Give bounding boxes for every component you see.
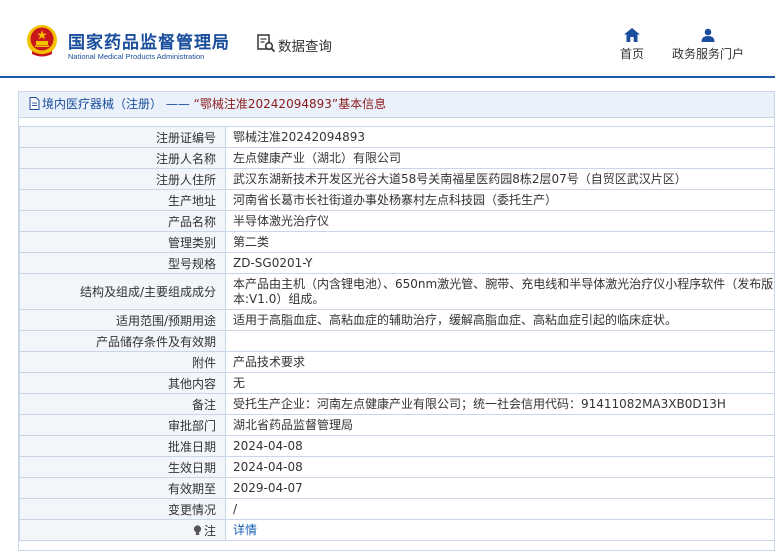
row-value: 半导体激光治疗仪 — [225, 210, 774, 232]
row-label: 审批部门 — [19, 414, 226, 436]
table-row: 备注 受托生产企业：河南左点健康产业有限公司；统一社会信用代码：91411082M… — [19, 393, 774, 415]
row-label: 注册人名称 — [19, 147, 226, 169]
row-label: 产品储存条件及有效期 — [19, 330, 226, 352]
row-value: 2024-04-08 — [225, 435, 774, 457]
details-link[interactable]: 详情 — [233, 523, 257, 537]
row-value: 河南省长葛市长社街道办事处杨寨村左点科技园（委托生产） — [225, 189, 774, 211]
row-label: 其他内容 — [19, 372, 226, 394]
nav-service-portal-label: 政务服务门户 — [671, 47, 744, 61]
row-label: 产品名称 — [19, 210, 226, 232]
national-emblem-icon — [27, 25, 57, 57]
table-row: 注册证编号 鄂械注准20242094893 — [19, 126, 774, 148]
site-logo-subtitle: National Medical Products Administration — [68, 52, 205, 61]
breadcrumb-category[interactable]: 境内医疗器械（注册） — [42, 97, 162, 111]
table-row: 注册人名称 左点健康产业（湖北）有限公司 — [19, 147, 774, 169]
row-value: 受托生产企业：河南左点健康产业有限公司；统一社会信用代码：91411082MA3… — [225, 393, 774, 415]
nav-home-label: 首页 — [619, 47, 644, 61]
table-row: 管理类别 第二类 — [19, 231, 774, 253]
row-value: 武汉东湖新技术开发区光谷大道58号关南福星医药园8栋2层07号（自贸区武汉片区） — [225, 168, 774, 190]
table-row: 生产地址 河南省长葛市长社街道办事处杨寨村左点科技园（委托生产） — [19, 189, 774, 211]
row-label: 批准日期 — [19, 435, 226, 457]
table-row: 适用范围/预期用途 适用于高脂血症、高粘血症的辅助治疗，缓解高脂血症、高粘血症引起… — [19, 309, 774, 331]
table-row: 注 详情 — [19, 519, 774, 541]
record-panel: 境内医疗器械（注册） —— “鄂械注准20242094893”基本信息 注册证编… — [18, 91, 775, 551]
row-label: 备注 — [19, 393, 226, 415]
row-value: ZD-SG0201-Y — [225, 252, 774, 274]
row-label: 附件 — [19, 351, 226, 373]
table-row: 生效日期 2024-04-08 — [19, 456, 774, 478]
table-row: 其他内容无 — [19, 372, 774, 394]
row-value: / — [225, 498, 774, 520]
row-label: 管理类别 — [19, 231, 226, 253]
row-label: 型号规格 — [19, 252, 226, 274]
site-header: 国家药品监督管理局 National Medical Products Admi… — [0, 0, 775, 78]
breadcrumb-record: “鄂械注准20242094893”基本信息 — [193, 97, 387, 111]
home-icon — [624, 28, 640, 42]
row-value: 左点健康产业（湖北）有限公司 — [225, 147, 774, 169]
row-value: 无 — [225, 372, 774, 394]
table-row: 产品储存条件及有效期 — [19, 330, 774, 352]
nav-service-portal[interactable]: 政务服务门户 — [666, 28, 750, 62]
row-value: 本产品由主机（内含锂电池）、650nm激光管、腕带、充电线和半导体激光治疗仪小程… — [225, 273, 774, 310]
row-label: 适用范围/预期用途 — [19, 309, 226, 331]
table-row: 注册人住所 武汉东湖新技术开发区光谷大道58号关南福星医药园8栋2层07号（自贸区… — [19, 168, 774, 190]
lightbulb-icon — [193, 524, 202, 535]
table-row: 变更情况 / — [19, 498, 774, 520]
table-row: 审批部门 湖北省药品监督管理局 — [19, 414, 774, 436]
row-label: 变更情况 — [19, 498, 226, 520]
page-section-title: 数据查询 — [278, 39, 332, 55]
record-table: 注册证编号 鄂械注准20242094893 注册人名称 左点健康产业（湖北）有限公司… — [19, 126, 774, 541]
row-label: 有效期至 — [19, 477, 226, 499]
table-row: 产品名称 半导体激光治疗仪 — [19, 210, 774, 232]
row-label: 生产地址 — [19, 189, 226, 211]
row-label: 生效日期 — [19, 456, 226, 478]
row-value: 适用于高脂血症、高粘血症的辅助治疗，缓解高脂血症、高粘血症引起的临床症状。 — [225, 309, 774, 331]
row-value: 产品技术要求 — [225, 351, 774, 373]
row-label: 注 — [19, 519, 226, 541]
row-value: 2029-04-07 — [225, 477, 774, 499]
user-icon — [701, 28, 715, 42]
row-value: 2024-04-08 — [225, 456, 774, 478]
row-value: 湖北省药品监督管理局 — [225, 414, 774, 436]
table-row: 有效期至 2029-04-07 — [19, 477, 774, 499]
search-document-icon — [257, 34, 276, 53]
note-label: 注 — [203, 523, 216, 538]
row-label: 注册人住所 — [19, 168, 226, 190]
row-value: 详情 — [225, 519, 774, 541]
row-label: 注册证编号 — [19, 126, 226, 148]
row-value — [225, 330, 774, 352]
table-row: 批准日期 2024-04-08 — [19, 435, 774, 457]
table-row: 附件 产品技术要求 — [19, 351, 774, 373]
site-logo-title[interactable]: 国家药品监督管理局 — [68, 28, 230, 53]
document-icon — [29, 97, 40, 110]
table-row: 结构及组成/主要组成成分 本产品由主机（内含锂电池）、650nm激光管、腕带、充电… — [19, 273, 774, 310]
table-row: 型号规格 ZD-SG0201-Y — [19, 252, 774, 274]
nav-home[interactable]: 首页 — [614, 28, 650, 62]
panel-title: 境内医疗器械（注册） —— “鄂械注准20242094893”基本信息 — [19, 92, 774, 118]
row-value: 鄂械注准20242094893 — [225, 126, 774, 148]
row-value: 第二类 — [225, 231, 774, 253]
row-label: 结构及组成/主要组成成分 — [19, 273, 226, 310]
breadcrumb-separator: —— — [165, 97, 190, 111]
